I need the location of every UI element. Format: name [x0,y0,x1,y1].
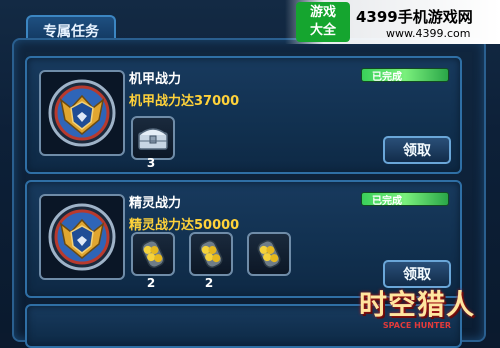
reward-item[interactable] [131,232,175,276]
claim-label: 领取 [403,267,431,283]
reward-count: 3 [146,156,156,170]
reward-count: 2 [204,276,214,290]
badge-line1: 游戏 [309,5,336,20]
badge-line2: 大全 [309,23,336,38]
emblem-icon [39,194,125,280]
status-text: 已完成 [372,71,402,83]
reward-count: 2 [146,276,156,290]
status-badge: 已完成 [361,192,449,207]
energy-capsule-icon [141,240,165,268]
status-text: 已完成 [372,195,402,207]
energy-capsule-icon [199,240,223,268]
chest-icon [138,128,168,150]
watermark-site: 4399手机游戏网 [356,8,473,26]
reward-item[interactable] [247,232,291,276]
game-logo: 时空猎人 SPACE HUNTER [342,282,492,330]
task-title: 机甲战力 [129,72,182,87]
reward-item[interactable] [189,232,233,276]
watermark-url: www.4399.com [386,27,471,40]
emblem-icon [39,70,125,156]
claim-button[interactable]: 领取 [383,136,451,164]
task-description: 精灵战力达50000 [129,218,240,233]
watermark-badge: 游戏 大全 [296,2,350,42]
status-badge: 已完成 [361,68,449,83]
task-card: 精灵战力 精灵战力达50000 已完成 2 2 领取 [25,180,462,298]
task-description: 机甲战力达37000 [129,94,240,109]
energy-capsule-icon [257,240,281,268]
reward-item[interactable] [131,116,175,160]
claim-label: 领取 [403,143,431,159]
game-logo-title: 时空猎人 [358,287,475,321]
task-title: 精灵战力 [129,196,182,211]
game-logo-subtitle: SPACE HUNTER [382,320,452,330]
task-card: 机甲战力 机甲战力达37000 已完成 3 领取 [25,56,462,174]
